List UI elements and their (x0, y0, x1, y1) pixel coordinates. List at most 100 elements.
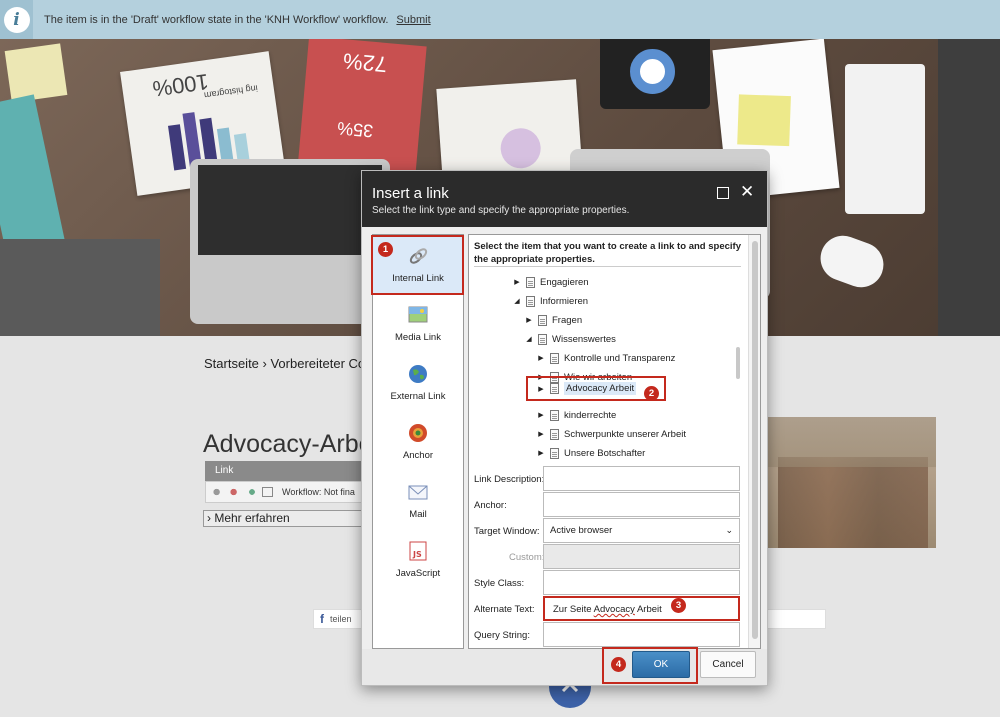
facebook-icon: f (320, 612, 324, 626)
link-type-label: Internal Link (392, 273, 444, 284)
hero-stat-100: 100% (150, 68, 211, 102)
window-icon[interactable] (262, 487, 273, 497)
document-icon (550, 447, 559, 459)
link-type-media[interactable]: Media Link (373, 298, 463, 356)
mehr-erfahren-link[interactable]: › Mehr erfahren (203, 510, 363, 527)
collapse-arrow-icon[interactable]: ◢ (512, 297, 522, 305)
document-icon (550, 409, 559, 421)
tree-item[interactable]: ▶ Fragen (524, 311, 582, 329)
link-type-label: External Link (390, 391, 446, 402)
link-icon[interactable] (211, 486, 225, 498)
anchor-input[interactable] (543, 492, 740, 517)
expand-arrow-icon[interactable]: ▶ (536, 385, 546, 393)
anchor-icon (409, 424, 427, 442)
link-type-list: Internal Link Media Link External Link A… (371, 234, 464, 649)
alternate-text-row: Alternate Text: Zur Seite Advocacy Arbei… (474, 596, 740, 622)
hero-stat-35: 35% (336, 117, 374, 142)
link-properties-panel: Select the item that you want to create … (468, 234, 761, 649)
link-type-label: Mail (409, 509, 427, 520)
info-icon: i (3, 6, 30, 33)
ok-button[interactable]: OK (632, 651, 690, 678)
edit-toolbar-header: Link (205, 461, 365, 481)
tree-item[interactable]: ▶ Unsere Botschafter (536, 444, 645, 462)
tree-item[interactable]: ◢ Wissenswertes (524, 330, 616, 348)
svg-text:JS: JS (412, 550, 422, 559)
expand-arrow-icon[interactable]: ▶ (536, 411, 546, 419)
tree-item[interactable]: ▶ kinderrechte (536, 406, 616, 424)
link-type-anchor[interactable]: Anchor (373, 416, 463, 474)
document-icon (550, 352, 559, 364)
children-photo (768, 417, 936, 548)
collapse-arrow-icon[interactable]: ◢ (524, 335, 534, 343)
link-type-external[interactable]: External Link (373, 357, 463, 415)
workflow-notification-bar: i The item is in the 'Draft' workflow st… (0, 0, 1000, 39)
insert-link-dialog: Insert a link Select the link type and s… (361, 170, 768, 686)
tree-item[interactable]: ▶ Kontrolle und Transparenz (536, 349, 675, 367)
expand-arrow-icon[interactable]: ▶ (536, 449, 546, 457)
page-title: Advocacy-Arbe (203, 430, 363, 458)
callout-badge: 1 (378, 242, 393, 257)
callout-badge: 2 (644, 386, 659, 401)
instruction-text: Select the item that you want to create … (474, 241, 741, 265)
target-window-row: Target Window: Active browser ⌄ (474, 518, 740, 544)
dialog-footer: OK Cancel (362, 647, 767, 685)
internal-link-icon (409, 248, 428, 264)
hero-histogram-label: ing histogram (203, 83, 259, 101)
link-type-mail[interactable]: Mail (373, 475, 463, 533)
expand-arrow-icon[interactable]: ▶ (524, 316, 534, 324)
globe-icon (409, 365, 427, 383)
panel-scrollbar[interactable] (748, 235, 760, 648)
javascript-icon: JS (409, 541, 427, 561)
link-type-label: Anchor (402, 450, 434, 461)
tree-item[interactable]: ▶ Schwerpunkte unserer Arbeit (536, 425, 686, 443)
unlink-icon[interactable] (228, 486, 242, 498)
cancel-button[interactable]: Cancel (700, 651, 756, 678)
share-label: teilen (330, 614, 352, 624)
style-class-input[interactable] (543, 570, 740, 595)
target-window-select[interactable]: Active browser ⌄ (543, 518, 740, 543)
tree-item[interactable]: ◢ Informieren (512, 292, 588, 310)
expand-arrow-icon[interactable]: ▶ (536, 354, 546, 362)
breadcrumb[interactable]: Startseite › Vorbereiteter Co (204, 356, 365, 371)
info-icon-box: i (0, 0, 33, 39)
media-link-icon (408, 306, 428, 323)
document-icon (526, 276, 535, 288)
maximize-icon[interactable] (717, 187, 729, 199)
users-icon[interactable] (245, 486, 259, 498)
callout-badge: 4 (611, 657, 626, 672)
share-box-right[interactable] (767, 609, 826, 629)
tree-item[interactable]: ▶ Engagieren (512, 273, 589, 291)
link-description-row: Link Description: (474, 466, 740, 492)
workflow-message: The item is in the 'Draft' workflow stat… (44, 13, 389, 26)
mail-icon (408, 485, 428, 500)
document-icon (550, 428, 559, 440)
share-facebook-button[interactable]: f teilen (313, 609, 363, 629)
query-string-row: Query String: (474, 622, 740, 648)
close-icon[interactable]: ✕ (740, 182, 754, 202)
expand-arrow-icon[interactable]: ▶ (536, 430, 546, 438)
document-icon (526, 295, 535, 307)
dialog-title: Insert a link (372, 185, 449, 202)
dialog-header: Insert a link Select the link type and s… (362, 171, 767, 227)
anchor-row: Anchor: (474, 492, 740, 518)
document-icon (538, 314, 547, 326)
dialog-subtitle: Select the link type and specify the app… (372, 205, 630, 216)
alternate-text-input[interactable]: Zur Seite Advocacy Arbeit (543, 596, 740, 621)
style-class-row: Style Class: (474, 570, 740, 596)
content-tree: ▶ Engagieren ◢ Informieren ▶ Fragen ◢ Wissen… (474, 266, 741, 462)
link-type-javascript[interactable]: JS JavaScript (373, 534, 463, 592)
custom-input (543, 544, 740, 569)
document-icon (538, 333, 547, 345)
workflow-status: Workflow: Not fina (282, 487, 355, 497)
callout-badge: 3 (671, 598, 686, 613)
edit-toolbar: Workflow: Not fina (205, 481, 365, 503)
link-description-input[interactable] (543, 466, 740, 491)
tree-scrollbar[interactable] (736, 347, 740, 379)
chevron-down-icon: ⌄ (725, 525, 733, 535)
link-type-label: JavaScript (395, 568, 441, 579)
query-string-input[interactable] (543, 622, 740, 647)
submit-link[interactable]: Submit (396, 14, 430, 26)
hero-stat-72: 72% (342, 48, 389, 78)
custom-row: Custom: (474, 544, 740, 570)
expand-arrow-icon[interactable]: ▶ (512, 278, 522, 286)
